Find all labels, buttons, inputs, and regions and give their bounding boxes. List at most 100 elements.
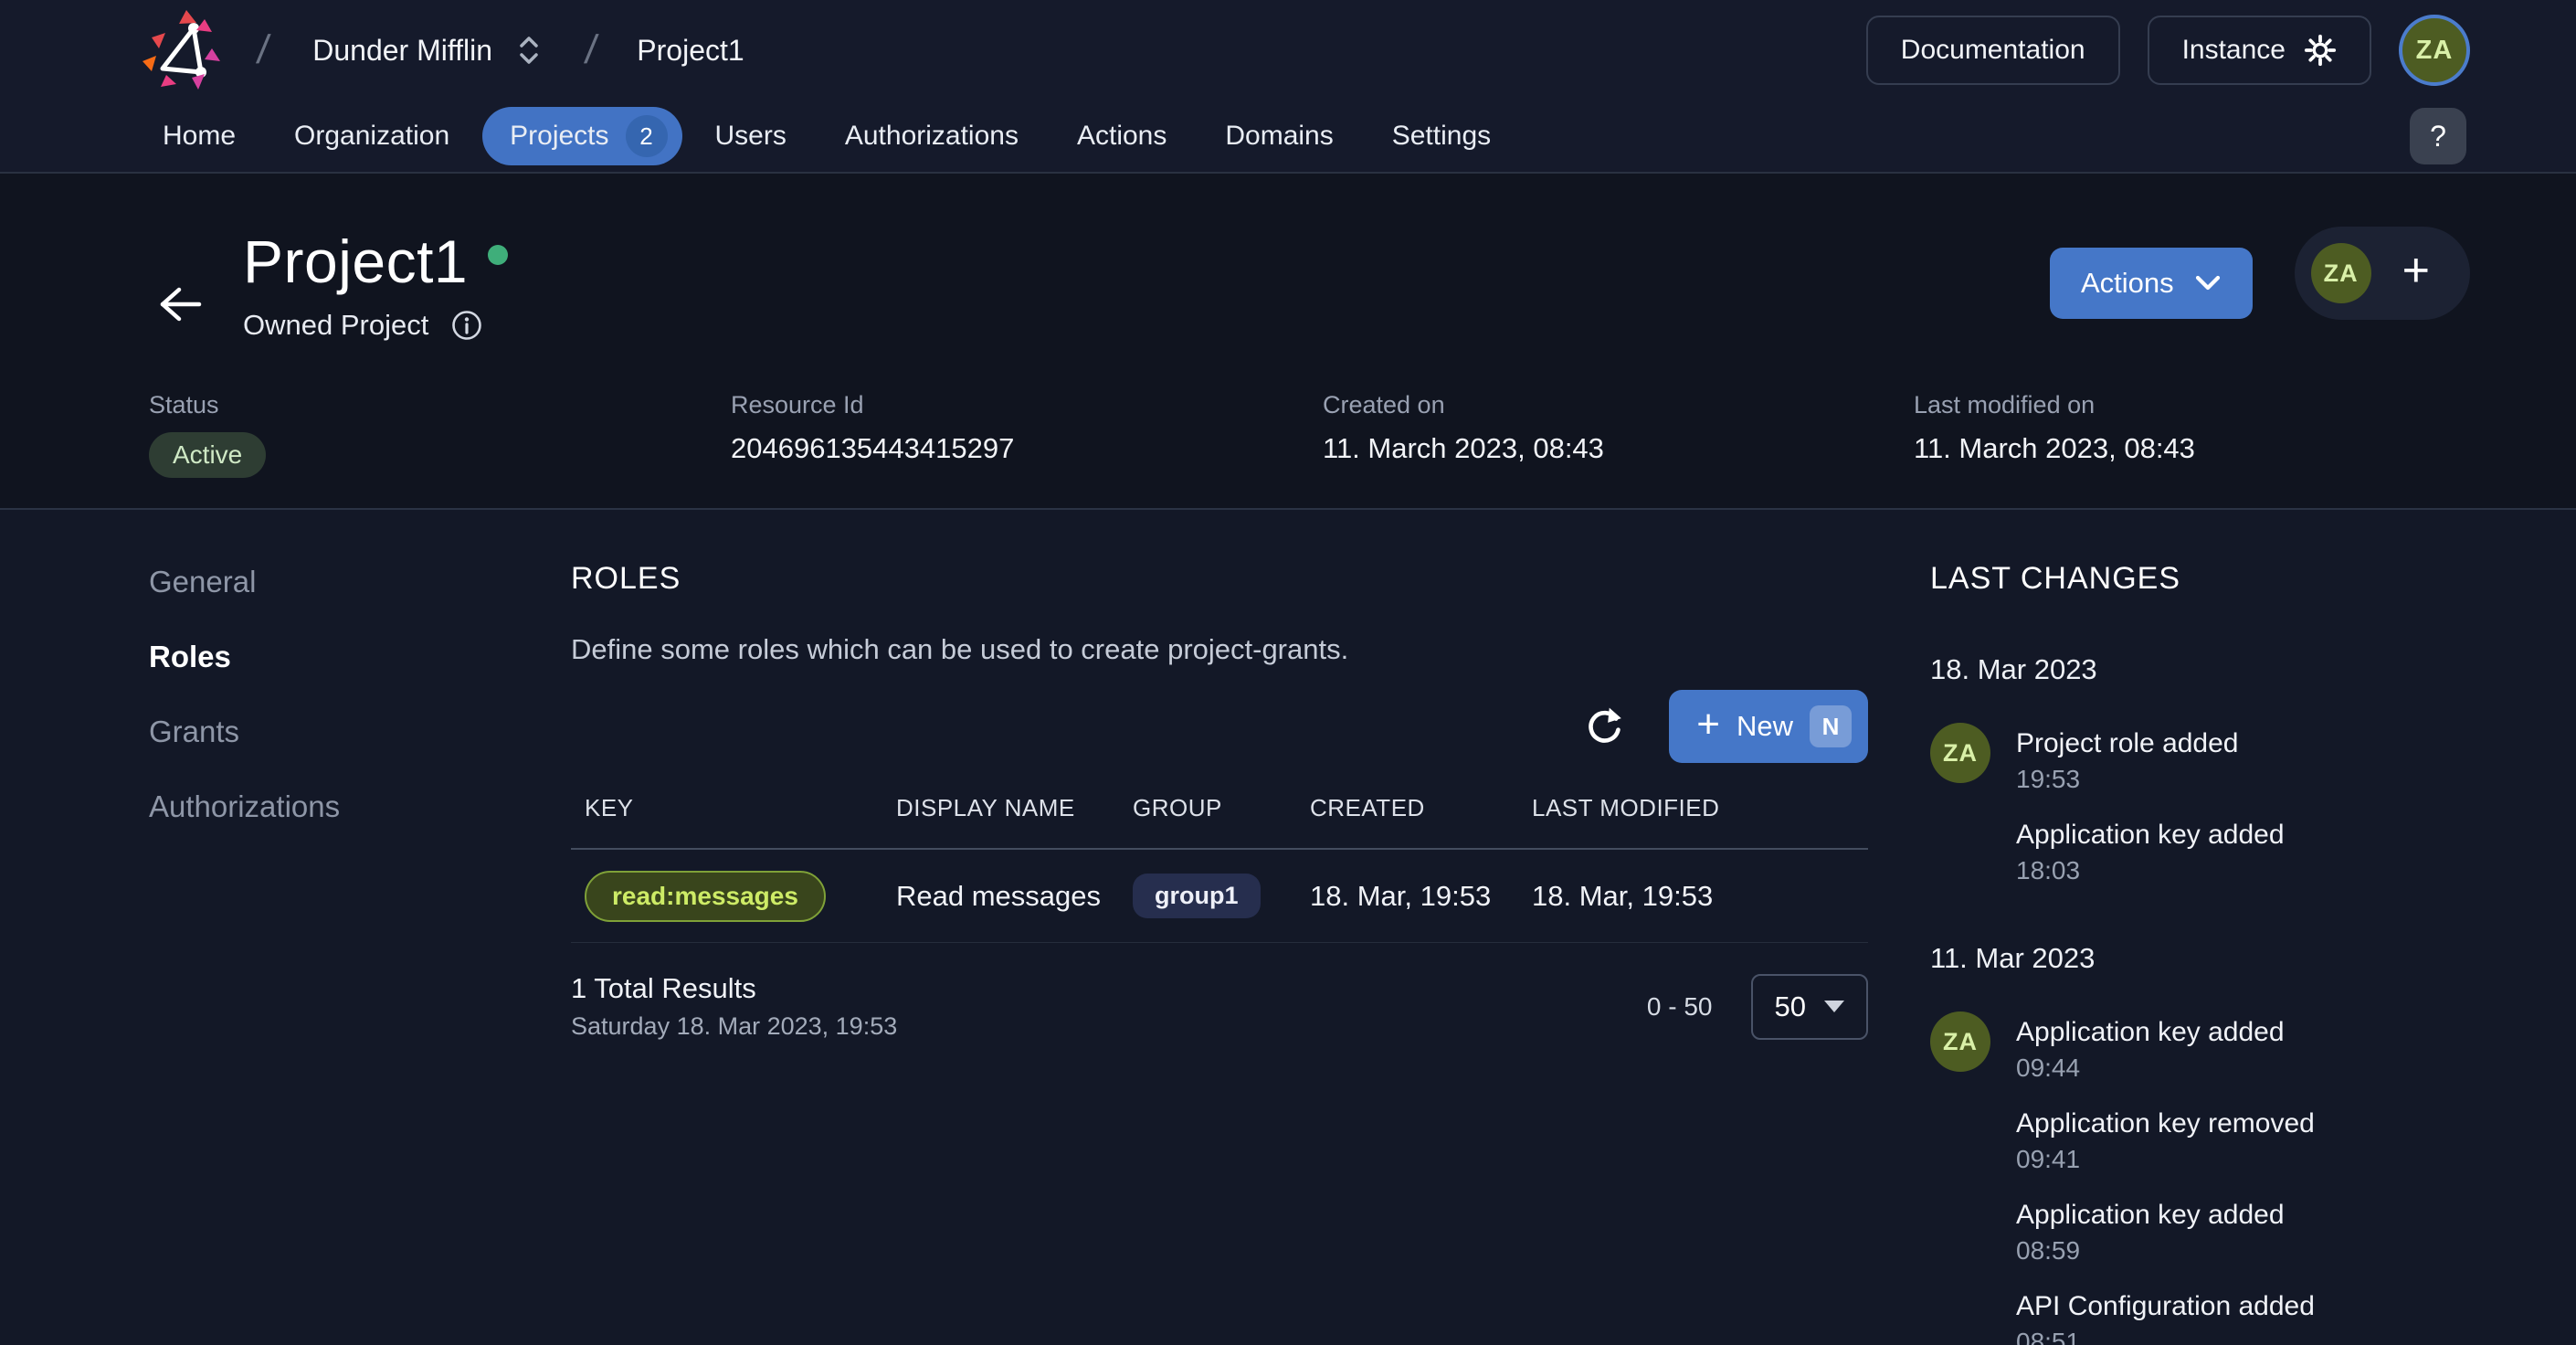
tab-projects[interactable]: Projects 2	[482, 107, 682, 165]
table-footer: 1 Total Results Saturday 18. Mar 2023, 1…	[571, 972, 1868, 1041]
change-title: Application key added	[2016, 1200, 2285, 1230]
tab-settings[interactable]: Settings	[1367, 107, 1516, 165]
tab-domains[interactable]: Domains	[1199, 107, 1358, 165]
roles-toolbar: + New N	[571, 690, 1868, 763]
tab-actions[interactable]: Actions	[1051, 107, 1192, 165]
tab-authorizations[interactable]: Authorizations	[819, 107, 1044, 165]
change-avatar: ZA	[1930, 1011, 1990, 1072]
instance-label: Instance	[2181, 35, 2286, 65]
roles-section: ROLES Define some roles which can be use…	[571, 561, 1868, 1345]
help-button[interactable]: ?	[2410, 108, 2466, 164]
meta-resource-id: Resource Id 204696135443415297	[731, 391, 1323, 478]
change-date: 18. Mar 2023	[1930, 653, 2097, 685]
project-title-block: Project1 Owned Project	[243, 227, 509, 342]
change-entries: Application key added 09:44 Application …	[2016, 1011, 2315, 1345]
role-created: 18. Mar, 19:53	[1310, 879, 1492, 912]
documentation-button[interactable]: Documentation	[1865, 16, 2120, 85]
change-title: Application key added	[2016, 1017, 2285, 1047]
info-icon[interactable]	[450, 309, 483, 342]
last-changes-panel: LAST CHANGES 18. Mar 2023 ZA Project rol…	[1868, 561, 2576, 1345]
breadcrumb-project[interactable]: Project1	[637, 34, 744, 68]
member-avatar[interactable]: ZA	[2310, 243, 2371, 303]
tab-users[interactable]: Users	[690, 107, 812, 165]
subnav-item-roles[interactable]: Roles	[149, 640, 571, 674]
subnav-item-grants[interactable]: Grants	[149, 715, 571, 749]
change-entry[interactable]: Application key removed 09:41	[2016, 1108, 2315, 1174]
project-head-actions: Actions ZA +	[2049, 227, 2470, 320]
back-button[interactable]	[139, 267, 221, 342]
org-switcher[interactable]: Dunder Mifflin	[300, 24, 554, 77]
change-entries: Project role added 19:53 Application key…	[2016, 723, 2285, 885]
meta-value: 11. March 2023, 08:43	[1914, 432, 2195, 464]
user-avatar[interactable]: ZA	[2399, 15, 2470, 86]
change-entry[interactable]: Application key added 18:03	[2016, 820, 2285, 885]
role-last-modified: 18. Mar, 19:53	[1532, 879, 1714, 912]
meta-last-modified: Last modified on 11. March 2023, 08:43	[1914, 391, 2470, 478]
meta-label: Created on	[1323, 391, 1445, 418]
change-time: 08:59	[2016, 1236, 2081, 1265]
change-entry[interactable]: Project role added 19:53	[2016, 728, 2285, 794]
actions-button[interactable]: Actions	[2049, 248, 2253, 319]
project-meta-row: Status Active Resource Id 20469613544341…	[139, 391, 2470, 478]
change-avatar: ZA	[1930, 723, 1990, 783]
meta-created-on: Created on 11. March 2023, 08:43	[1323, 391, 1914, 478]
new-role-button[interactable]: + New N	[1669, 690, 1868, 763]
org-switcher-label: Dunder Mifflin	[312, 33, 493, 67]
change-time: 09:41	[2016, 1145, 2081, 1173]
role-key-badge: read:messages	[585, 870, 826, 922]
refresh-button[interactable]	[1576, 698, 1632, 755]
change-entry[interactable]: Application key added 08:59	[2016, 1200, 2315, 1266]
change-time: 19:53	[2016, 765, 2081, 793]
instance-button[interactable]: Instance	[2147, 16, 2371, 85]
last-changes-title: LAST CHANGES	[1930, 561, 2181, 596]
page-size-value: 50	[1774, 990, 1806, 1022]
change-date: 11. Mar 2023	[1930, 942, 2096, 974]
project-members-pill: ZA +	[2294, 227, 2470, 320]
table-row[interactable]: read:messages Read messages group1 18. M…	[571, 850, 1868, 943]
project-type-label: Owned Project	[243, 309, 429, 341]
status-badge: Active	[149, 432, 267, 478]
page-range: 0 - 50	[1646, 991, 1713, 1021]
change-title: API Configuration added	[2016, 1291, 2315, 1321]
tab-home[interactable]: Home	[137, 107, 261, 165]
header-chrome: / Dunder Mifflin / Project1 Documentatio…	[0, 0, 2576, 174]
project-subtitle: Owned Project	[243, 309, 508, 342]
roles-description: Define some roles which can be used to c…	[571, 633, 1349, 665]
column-header-key: KEY	[585, 794, 634, 821]
new-role-label: New	[1736, 710, 1793, 742]
breadcrumb-separator: /	[254, 27, 272, 72]
subnav-item-authorizations[interactable]: Authorizations	[149, 789, 571, 824]
add-member-button[interactable]: +	[2399, 247, 2433, 300]
meta-value: 204696135443415297	[731, 432, 1015, 464]
breadcrumb-separator: /	[582, 27, 600, 72]
page-size-select[interactable]: 50	[1750, 973, 1868, 1040]
subnav-item-general[interactable]: General	[149, 565, 571, 599]
roles-table-header: KEY DISPLAY NAME GROUP CREATED LAST MODI…	[571, 794, 1868, 850]
column-header-display-name: DISPLAY NAME	[896, 794, 1075, 821]
zitadel-logo-icon	[143, 10, 220, 90]
column-header-created: CREATED	[1310, 794, 1425, 821]
project-head-row: Project1 Owned Project Actions ZA +	[139, 227, 2470, 342]
documentation-label: Documentation	[1900, 35, 2085, 65]
change-entry[interactable]: API Configuration added 08:51	[2016, 1291, 2315, 1345]
project-active-dot	[488, 245, 509, 265]
breadcrumb: / Dunder Mifflin / Project1	[139, 8, 1866, 92]
tab-organization[interactable]: Organization	[269, 107, 475, 165]
topbar: / Dunder Mifflin / Project1 Documentatio…	[0, 0, 2576, 101]
main-nav: Home Organization Projects 2 Users Autho…	[0, 101, 2576, 174]
meta-label: Status	[149, 391, 219, 418]
change-group: ZA Project role added 19:53 Application …	[1930, 723, 2576, 885]
project-subnav: General Roles Grants Authorizations	[139, 561, 571, 1345]
results-timestamp: Saturday 18. Mar 2023, 19:53	[571, 1012, 898, 1040]
zitadel-logo[interactable]	[139, 8, 227, 92]
meta-value: 11. March 2023, 08:43	[1323, 432, 1604, 464]
gear-icon	[2304, 34, 2337, 67]
shortcut-badge: N	[1810, 705, 1852, 747]
column-header-last-modified: LAST MODIFIED	[1532, 794, 1720, 821]
change-time: 18:03	[2016, 856, 2081, 884]
change-title: Application key removed	[2016, 1108, 2315, 1138]
tab-projects-label: Projects	[510, 121, 609, 151]
tab-projects-count-badge: 2	[625, 115, 668, 157]
chevron-down-icon	[2195, 275, 2220, 291]
change-entry[interactable]: Application key added 09:44	[2016, 1017, 2315, 1083]
